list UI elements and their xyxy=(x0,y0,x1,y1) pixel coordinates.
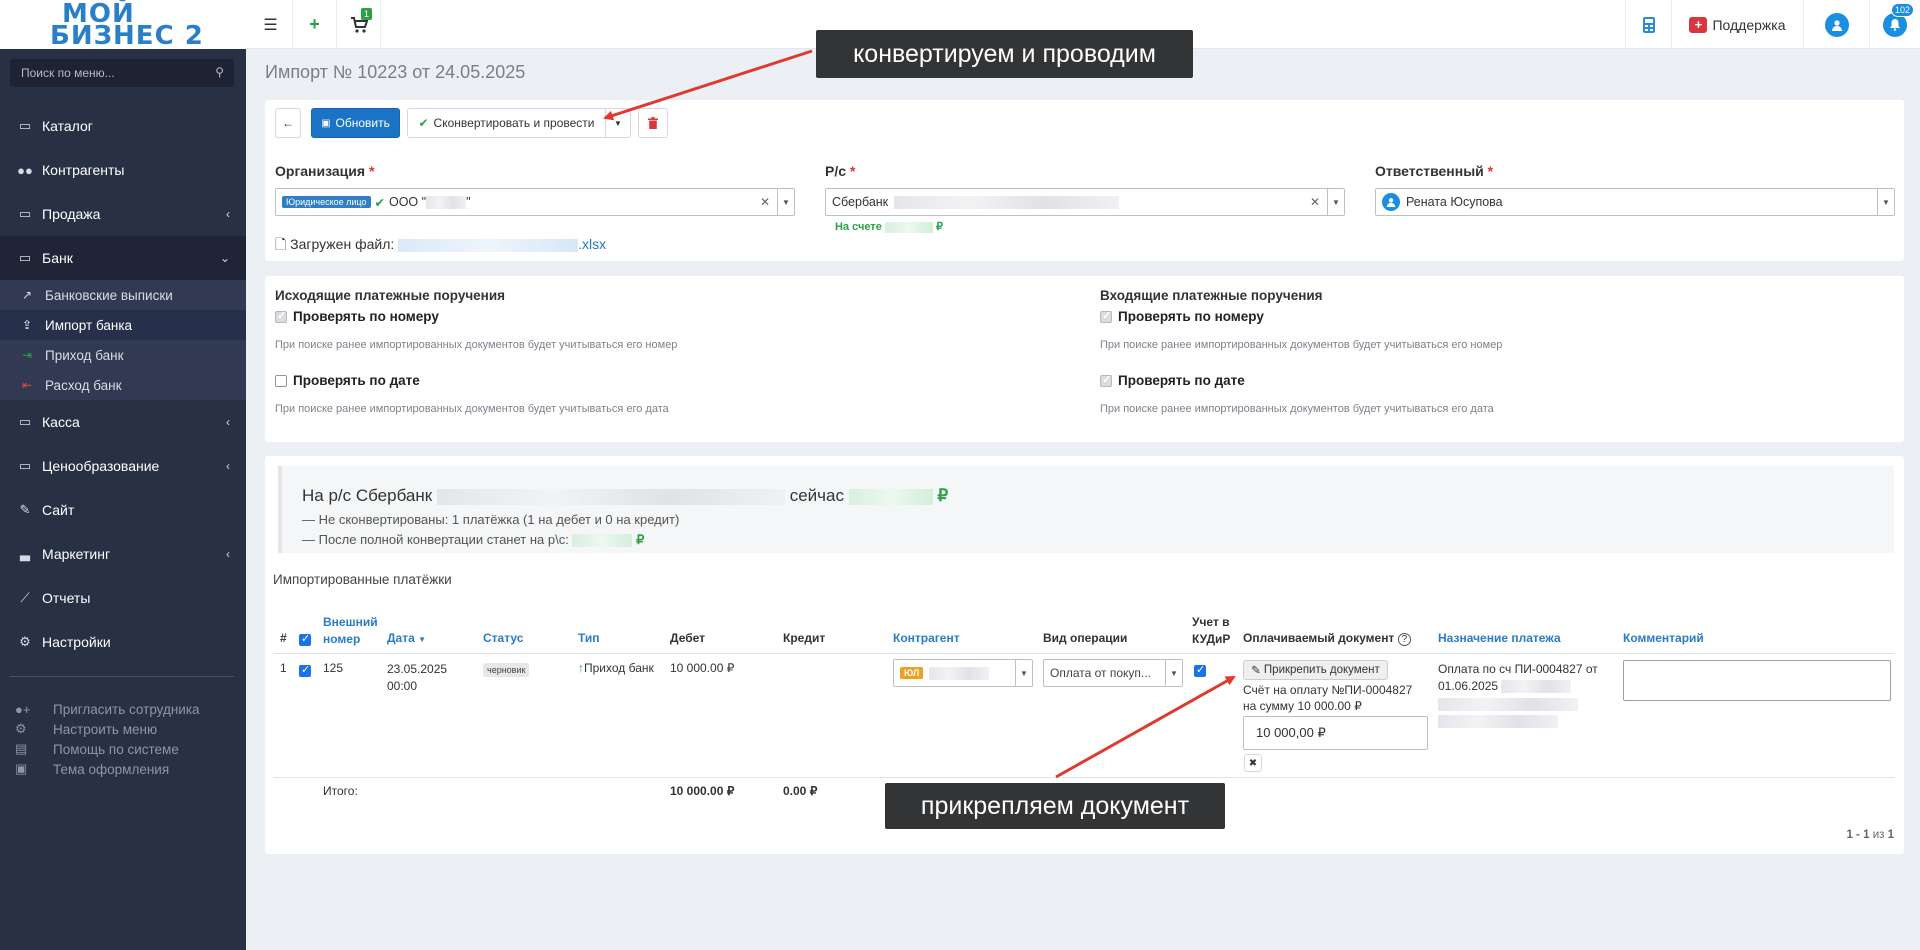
annotation-arrow-top xyxy=(603,49,813,121)
annotation-arrow-bottom xyxy=(1055,675,1236,779)
annotation-arrows xyxy=(603,49,1236,779)
